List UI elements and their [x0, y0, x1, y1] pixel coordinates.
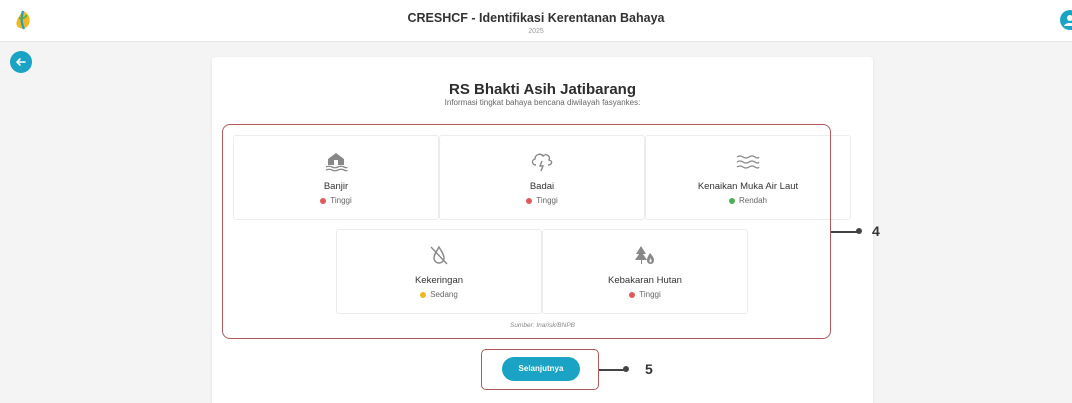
annotation-dot-icon: [856, 228, 862, 234]
user-avatar-icon[interactable]: [1060, 10, 1072, 30]
annotation-number-4: 4: [872, 223, 880, 239]
annotation-line: [831, 231, 859, 233]
annotation-number-5: 5: [645, 361, 653, 377]
annotation-box-hazard-panel: [222, 124, 831, 339]
app-year: 2025: [528, 28, 544, 35]
hospital-name: RS Bhakti Asih Jatibarang: [449, 81, 636, 98]
next-button[interactable]: Selanjutnya: [502, 357, 580, 381]
app-title: CRESHCF - Identifikasi Kerentanan Bahaya: [407, 11, 665, 25]
arrow-left-icon: [16, 58, 26, 66]
back-button[interactable]: [10, 51, 32, 73]
annotation-line: [599, 369, 626, 371]
annotation-dot-icon: [623, 366, 629, 372]
hospital-subtitle: Informasi tingkat bahaya bencana diwilay…: [444, 98, 641, 107]
top-bar: CRESHCF - Identifikasi Kerentanan Bahaya…: [0, 0, 1072, 42]
